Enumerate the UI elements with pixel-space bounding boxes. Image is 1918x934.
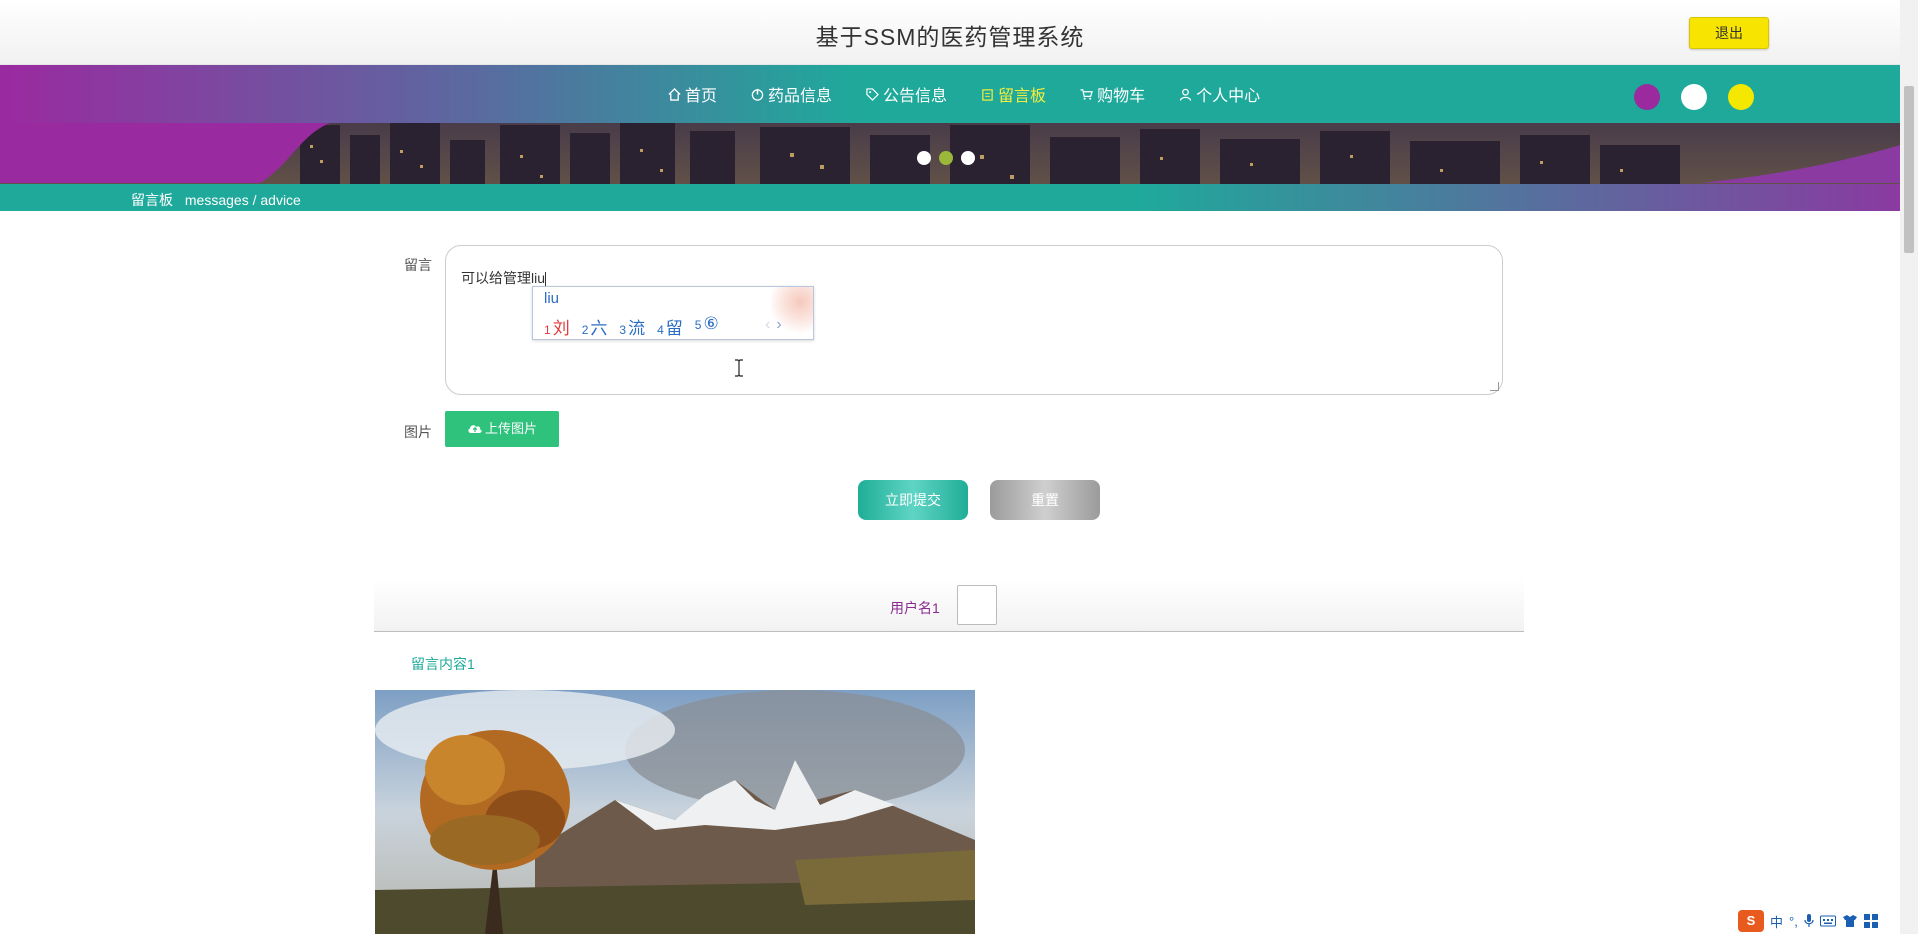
breadcrumb-bar: 留言板 messages / advice xyxy=(0,184,1900,211)
power-icon xyxy=(751,88,764,101)
nav-cart[interactable]: 购物车 xyxy=(1080,82,1145,106)
banner: 首页 药品信息 公告信息 留言板 购物车 个人中心 留言板 messages /… xyxy=(0,65,1900,211)
skin-icon[interactable] xyxy=(1842,914,1858,928)
tag-icon xyxy=(866,87,879,101)
ime-candidate-popup: liu 1刘 2六 3流 4留 5⑥ ‹ › xyxy=(532,286,814,340)
message-item-header: 用户名1 xyxy=(374,578,1524,632)
breadcrumb: 留言板 messages / advice xyxy=(131,190,309,210)
carousel-dots xyxy=(917,151,975,165)
nav-message-board[interactable]: 留言板 xyxy=(981,82,1046,106)
ime-next-icon[interactable]: › xyxy=(776,316,781,333)
ime-prev-icon[interactable]: ‹ xyxy=(765,316,770,333)
nav-drugs[interactable]: 药品信息 xyxy=(751,82,832,106)
nav-profile[interactable]: 个人中心 xyxy=(1179,82,1260,106)
nav-items: 首页 药品信息 公告信息 留言板 购物车 个人中心 xyxy=(668,82,1294,106)
theme-yellow-dot[interactable] xyxy=(1728,84,1754,110)
ime-candidate-2[interactable]: 2六 xyxy=(582,314,608,339)
sogou-logo-icon[interactable]: S xyxy=(1738,910,1764,932)
cart-icon xyxy=(1080,88,1093,100)
avatar xyxy=(957,585,997,625)
resize-handle[interactable] xyxy=(1490,382,1499,391)
text-caret xyxy=(545,272,547,287)
site-title: 基于SSM的医药管理系统 xyxy=(815,24,1085,50)
text-cursor-icon xyxy=(735,359,743,377)
message-username: 用户名1 xyxy=(890,600,940,616)
ime-composition: liu xyxy=(544,290,560,307)
nav-home-label: 首页 xyxy=(685,88,718,105)
carousel-dot[interactable] xyxy=(917,151,931,165)
ime-candidate-5[interactable]: 5⑥ xyxy=(695,314,719,339)
theme-white-dot[interactable] xyxy=(1681,84,1707,110)
nav-notices[interactable]: 公告信息 xyxy=(866,82,947,106)
ime-candidate-3[interactable]: 3流 xyxy=(619,314,645,339)
cloud-upload-icon xyxy=(468,425,482,433)
submit-button[interactable]: 立即提交 xyxy=(858,480,968,520)
nav-notices-label: 公告信息 xyxy=(883,88,948,105)
message-image xyxy=(375,690,975,934)
ime-page-arrows[interactable]: ‹ › xyxy=(765,316,782,334)
upload-image-label: 上传图片 xyxy=(484,421,537,436)
message-content: 留言内容1 xyxy=(411,656,475,672)
toolbox-icon[interactable] xyxy=(1863,914,1878,928)
ime-punct-indicator[interactable]: °, xyxy=(1789,914,1798,929)
image-label: 图片 xyxy=(404,424,432,440)
top-header: 基于SSM的医药管理系统 退出 xyxy=(0,0,1900,65)
nav-message-board-label: 留言板 xyxy=(998,88,1047,105)
keyboard-icon[interactable] xyxy=(1819,915,1836,927)
home-icon xyxy=(668,87,681,101)
carousel-dot-active[interactable] xyxy=(939,151,953,165)
microphone-icon[interactable] xyxy=(1804,914,1814,928)
breadcrumb-subtitle: messages / advice xyxy=(184,192,301,208)
ime-lang-indicator[interactable]: 中 xyxy=(1770,912,1783,931)
ime-candidate-4[interactable]: 4留 xyxy=(657,314,683,339)
page-scrollbar[interactable] xyxy=(1900,0,1918,934)
carousel-dot[interactable] xyxy=(961,151,975,165)
user-icon xyxy=(1179,88,1192,101)
message-label: 留言 xyxy=(404,257,432,273)
message-text: 可以给管理liu xyxy=(461,270,547,287)
main-nav: 首页 药品信息 公告信息 留言板 购物车 个人中心 xyxy=(0,65,1900,123)
nav-cart-label: 购物车 xyxy=(1097,88,1146,105)
upload-image-button[interactable]: 上传图片 xyxy=(445,411,559,447)
theme-purple-dot[interactable] xyxy=(1634,84,1660,110)
scrollbar-thumb[interactable] xyxy=(1904,86,1914,253)
breadcrumb-current: 留言板 xyxy=(131,192,173,208)
nav-profile-label: 个人中心 xyxy=(1196,88,1261,105)
logout-button[interactable]: 退出 xyxy=(1689,17,1769,49)
reset-button[interactable]: 重置 xyxy=(990,480,1100,520)
clipboard-icon xyxy=(982,88,993,101)
nav-home[interactable]: 首页 xyxy=(668,82,717,106)
nav-drugs-label: 药品信息 xyxy=(768,88,833,105)
ime-tray: S 中 °, xyxy=(1738,910,1878,932)
ime-candidates: 1刘 2六 3流 4留 5⑥ xyxy=(544,314,719,339)
ime-candidate-1[interactable]: 1刘 xyxy=(544,314,570,339)
